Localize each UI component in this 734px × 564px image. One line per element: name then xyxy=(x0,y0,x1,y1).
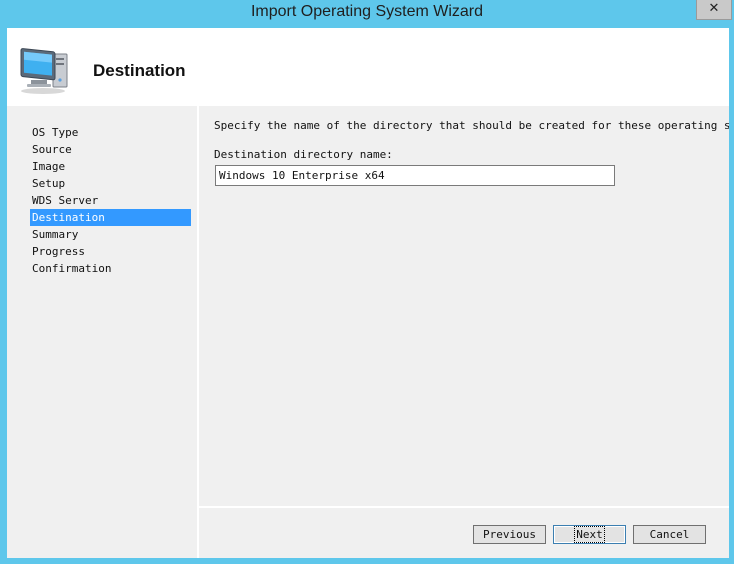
destination-directory-label: Destination directory name: xyxy=(214,148,393,161)
cancel-button[interactable]: Cancel xyxy=(633,525,706,544)
close-button[interactable]: ✕ xyxy=(696,0,732,20)
nav-item-source[interactable]: Source xyxy=(30,141,191,158)
cancel-button-label: Cancel xyxy=(649,527,690,541)
nav-item-image[interactable]: Image xyxy=(30,158,191,175)
title-bar: Import Operating System Wizard ✕ xyxy=(0,0,734,28)
button-divider xyxy=(199,506,729,508)
destination-panel: Specify the name of the directory that s… xyxy=(199,106,729,506)
computer-icon xyxy=(20,48,68,94)
destination-directory-input[interactable] xyxy=(215,165,615,186)
nav-item-destination[interactable]: Destination xyxy=(30,209,191,226)
nav-item-os-type[interactable]: OS Type xyxy=(30,124,191,141)
nav-item-setup[interactable]: Setup xyxy=(30,175,191,192)
wizard-step-list: OS Type Source Image Setup WDS Server De… xyxy=(7,106,197,558)
nav-item-wds-server[interactable]: WDS Server xyxy=(30,192,191,209)
previous-button-label: Previous xyxy=(483,527,536,541)
nav-item-summary[interactable]: Summary xyxy=(30,226,191,243)
description-text: Specify the name of the directory that s… xyxy=(214,119,729,132)
next-button-label: Next xyxy=(574,525,605,543)
previous-button[interactable]: Previous xyxy=(473,525,546,544)
wizard-header: Destination xyxy=(7,28,729,106)
wizard-client-area: Destination OS Type Source Image Setup W… xyxy=(7,28,729,558)
page-title: Destination xyxy=(93,61,186,80)
close-icon: ✕ xyxy=(708,1,720,16)
next-button[interactable]: Next xyxy=(553,525,626,544)
window-title: Import Operating System Wizard xyxy=(250,3,484,20)
nav-item-progress[interactable]: Progress xyxy=(30,243,191,260)
nav-item-confirmation[interactable]: Confirmation xyxy=(30,260,191,277)
